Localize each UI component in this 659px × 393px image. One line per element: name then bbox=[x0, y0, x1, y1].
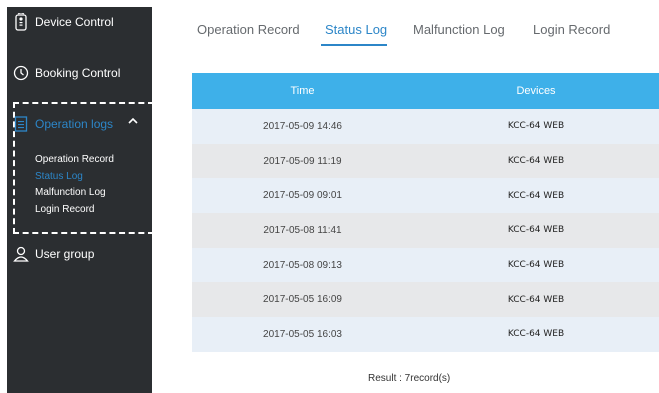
cell-time: 2017-05-05 16:03 bbox=[263, 328, 342, 340]
table-row[interactable]: 2017-05-05 16:09 KCC-64 WEB bbox=[192, 282, 659, 318]
tab-login-record[interactable]: Login Record bbox=[533, 22, 610, 37]
sidebar-item-booking-control[interactable]: Booking Control bbox=[7, 62, 152, 84]
cell-device: KCC-64 WEB bbox=[507, 156, 565, 167]
sidebar-item-label: Booking Control bbox=[35, 66, 121, 80]
sidebar-item-label: Device Control bbox=[35, 15, 114, 29]
sidebar-item-operation-logs[interactable]: Operation logs bbox=[7, 113, 152, 135]
column-header-devices: Devices bbox=[516, 85, 556, 97]
sidebar-item-label: Operation logs bbox=[35, 117, 114, 131]
table-row[interactable]: 2017-05-08 09:13 KCC-64 WEB bbox=[192, 247, 659, 283]
table-row[interactable]: 2017-05-08 11:41 KCC-64 WEB bbox=[192, 213, 659, 248]
table-row[interactable]: 2017-05-09 09:01 KCC-64 WEB bbox=[192, 178, 659, 214]
operation-logs-submenu: Operation Record Status Log Malfunction … bbox=[35, 152, 114, 218]
tab-status-log[interactable]: Status Log bbox=[325, 22, 387, 37]
cell-time: 2017-05-08 09:13 bbox=[263, 259, 342, 271]
submenu-item-status-log[interactable]: Status Log bbox=[35, 169, 114, 186]
remote-icon bbox=[13, 13, 29, 31]
cell-time: 2017-05-09 14:46 bbox=[263, 120, 342, 132]
sidebar: Device Control Booking Control Operation… bbox=[7, 7, 154, 393]
cell-device: KCC-64 WEB bbox=[507, 329, 565, 340]
cell-device: KCC-64 WEB bbox=[507, 190, 565, 201]
tab-bar: Operation Record Status Log Malfunction … bbox=[197, 0, 659, 48]
clock-icon bbox=[13, 65, 29, 81]
cell-time: 2017-05-08 11:41 bbox=[263, 224, 342, 236]
table-row[interactable]: 2017-05-05 16:03 KCC-64 WEB bbox=[192, 317, 659, 352]
cell-device: KCC-64 WEB bbox=[507, 225, 565, 236]
result-count: Result : 7record(s) bbox=[368, 373, 451, 384]
cell-time: 2017-05-09 09:01 bbox=[263, 190, 342, 202]
sidebar-item-device-control[interactable]: Device Control bbox=[7, 10, 152, 34]
tab-operation-record[interactable]: Operation Record bbox=[197, 22, 300, 37]
submenu-item-operation-record[interactable]: Operation Record bbox=[35, 152, 114, 169]
sidebar-item-user-group[interactable]: User group bbox=[7, 243, 152, 265]
tab-malfunction-log[interactable]: Malfunction Log bbox=[413, 22, 505, 37]
table-row[interactable]: 2017-05-09 11:19 KCC-64 WEB bbox=[192, 143, 659, 179]
sidebar-item-label: User group bbox=[35, 247, 95, 261]
submenu-item-malfunction-log[interactable]: Malfunction Log bbox=[35, 185, 114, 202]
cell-device: KCC-64 WEB bbox=[507, 121, 565, 132]
active-tab-indicator bbox=[321, 44, 387, 46]
document-icon bbox=[13, 116, 29, 132]
cell-device: KCC-64 WEB bbox=[507, 294, 565, 305]
table-header: Time Devices bbox=[192, 73, 659, 109]
column-header-time: Time bbox=[290, 85, 315, 97]
table-row[interactable]: 2017-05-09 14:46 KCC-64 WEB bbox=[192, 109, 659, 144]
cell-time: 2017-05-09 11:19 bbox=[263, 155, 342, 167]
cell-device: KCC-64 WEB bbox=[507, 260, 565, 271]
chevron-up-icon[interactable] bbox=[128, 117, 138, 128]
cell-time: 2017-05-05 16:09 bbox=[263, 294, 342, 306]
user-icon bbox=[13, 246, 29, 262]
status-log-table: Time Devices 2017-05-09 14:46 KCC-64 WEB… bbox=[192, 73, 659, 352]
submenu-item-login-record[interactable]: Login Record bbox=[35, 202, 114, 219]
